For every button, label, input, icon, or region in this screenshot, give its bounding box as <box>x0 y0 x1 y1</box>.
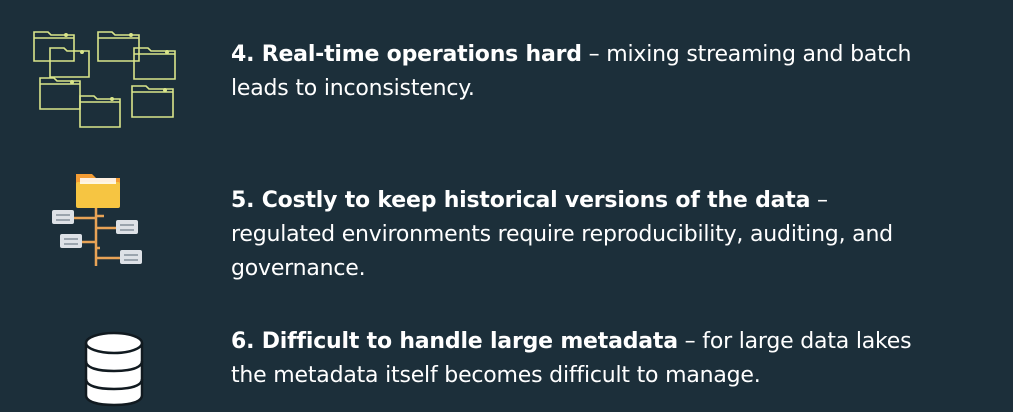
database-icon <box>84 331 144 407</box>
challenge-item-6: 6. Difficult to handle large metadata – … <box>0 315 1013 412</box>
challenge-title-4: 4. Real-time operations hard <box>231 42 582 67</box>
challenge-title-5: 5. Costly to keep historical versions of… <box>231 188 811 213</box>
challenge-text-4: 4. Real-time operations hard – mixing st… <box>231 38 931 106</box>
challenge-title-6: 6. Difficult to handle large metadata <box>231 329 678 354</box>
challenge-text-5: 5. Costly to keep historical versions of… <box>231 184 931 286</box>
folders-outline-icon <box>33 31 176 128</box>
challenge-text-6: 6. Difficult to handle large metadata – … <box>231 325 931 393</box>
challenge-separator-4: – <box>581 42 607 67</box>
challenge-item-5: 5. Costly to keep historical versions of… <box>0 160 1013 290</box>
challenge-separator-6: – <box>677 329 703 354</box>
challenge-item-4: 4. Real-time operations hard – mixing st… <box>0 0 1013 130</box>
challenge-separator-5: – <box>810 188 828 213</box>
folder-tree-icon <box>52 174 142 266</box>
challenge-description-5: regulated environments require reproduci… <box>231 222 893 281</box>
